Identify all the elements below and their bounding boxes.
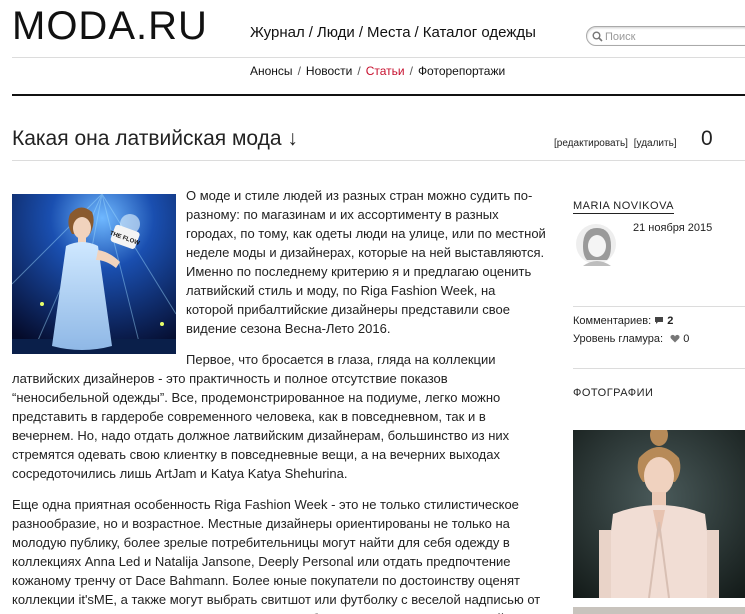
subnav-separator: / [297,64,301,78]
speech-bubble-icon [655,317,664,324]
heart-icon[interactable] [670,334,680,343]
search-input[interactable] [605,29,745,44]
article-photo[interactable]: THE FLOW [12,194,176,354]
user-avatar-icon [576,224,616,266]
divider [12,160,745,161]
subnav-separator: / [409,64,413,78]
sidebar-photo-next[interactable] [573,607,745,614]
nav-separator: / [308,24,313,41]
main-nav: Журнал / Люди / Места / Каталог одежды [250,24,536,41]
photos-heading: ФОТОГРАФИИ [573,387,654,399]
divider [12,94,745,96]
article-title: Какая она латвийская мода ↓ [12,127,298,150]
divider [573,306,745,307]
divider [573,368,745,369]
article-paragraph: Первое, что бросается в глаза, гляда на … [12,352,510,481]
admin-links: [редактировать] [удалить] [554,138,680,149]
nav-item-people[interactable]: Люди [317,24,355,41]
search-icon [592,31,603,42]
nav-item-journal[interactable]: Журнал [250,24,305,41]
comment-count: 0 [701,127,713,150]
site-logo[interactable]: MODA.RU [12,4,208,48]
glamour-value: 0 [683,333,690,345]
subnav-item-photoreports[interactable]: Фоторепортажи [418,64,505,78]
model-photo-illustration [573,430,745,598]
subnav-item-articles[interactable]: Статьи [366,64,405,78]
sub-nav: Анонсы / Новости / Статьи / Фоторепортажи [250,64,505,78]
comments-value: 2 [667,315,674,327]
edit-link[interactable]: [редактировать] [554,138,628,149]
glamour-stat: Уровень гламура: 0 [573,333,689,345]
nav-item-catalog[interactable]: Каталог одежды [423,24,536,41]
avatar[interactable] [575,222,617,266]
publish-date: 21 ноября 2015 [633,222,713,234]
subnav-item-news[interactable]: Новости [306,64,352,78]
subnav-item-announcements[interactable]: Анонсы [250,64,293,78]
comments-stat: Комментариев: 2 [573,315,673,327]
article-paragraph: Еще одна приятная особенность Riga Fashi… [12,497,544,614]
search-box[interactable] [586,26,745,46]
runway-photo-illustration: THE FLOW [12,194,176,354]
subnav-separator: / [357,64,361,78]
nav-item-places[interactable]: Места [367,24,411,41]
glamour-label: Уровень гламура: [573,333,664,345]
nav-separator: / [414,24,419,41]
comments-label: Комментариев: [573,315,652,327]
nav-separator: / [358,24,363,41]
sidebar-photo[interactable] [573,430,745,598]
author-link[interactable]: MARIA NOVIKOVA [573,200,674,214]
delete-link[interactable]: [удалить] [634,138,677,149]
divider [12,57,745,58]
